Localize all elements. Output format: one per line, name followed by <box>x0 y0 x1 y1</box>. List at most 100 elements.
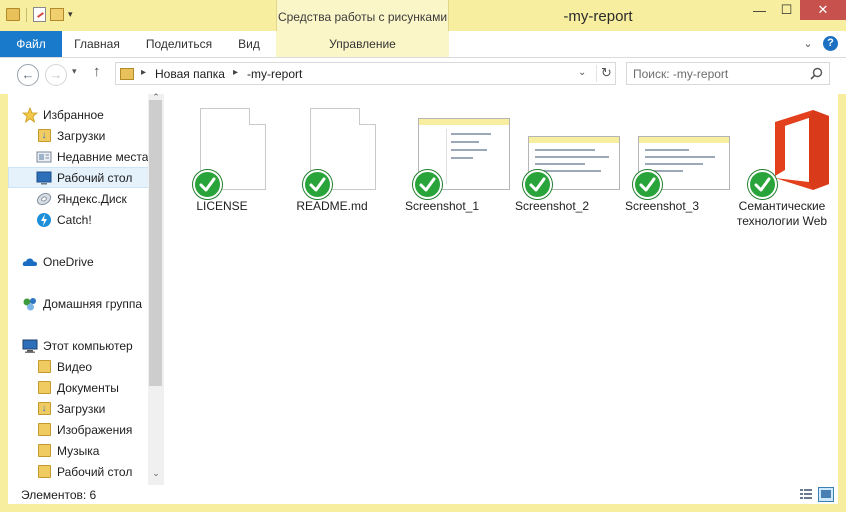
address-dropdown-icon[interactable]: ⌄ <box>578 67 586 78</box>
file-item[interactable]: Семантические технологии Web <box>723 104 831 229</box>
file-name: Семантические технологии Web <box>736 199 828 228</box>
window-frame-bottom <box>0 504 846 512</box>
nav-item-label: Недавние места <box>57 149 148 164</box>
file-item[interactable]: README.md <box>278 104 386 214</box>
minimize-button[interactable]: — <box>746 0 773 20</box>
video-folder-icon <box>37 360 51 373</box>
nav-onedrive-label: OneDrive <box>43 254 94 269</box>
details-view-icon[interactable] <box>798 487 814 502</box>
star-icon <box>22 106 38 123</box>
nav-homegroup[interactable]: Домашняя группа <box>22 293 148 314</box>
nav-item-label: Изображения <box>57 422 133 437</box>
nav-item-catch[interactable]: Catch! <box>36 209 148 230</box>
nav-item-video[interactable]: Видео <box>36 356 148 377</box>
office-icon <box>775 110 829 190</box>
nav-item-recent-places[interactable]: Недавние места <box>36 146 148 167</box>
breadcrumb-separator-icon[interactable]: ▸ <box>141 67 146 78</box>
forward-button[interactable]: → <box>45 64 67 86</box>
item-count: Элементов: 6 <box>21 488 97 502</box>
file-item[interactable]: Screenshot_2 <box>498 104 620 214</box>
maximize-button[interactable]: ☐ <box>773 0 800 20</box>
breadcrumb-separator-icon[interactable]: ▸ <box>233 67 238 78</box>
navigation-pane-scrollbar[interactable]: ⌃ ⌄ <box>148 92 164 485</box>
scrollbar-thumb[interactable] <box>149 100 162 386</box>
nav-item-label: Рабочий стол <box>57 464 133 479</box>
nav-onedrive[interactable]: OneDrive <box>22 251 148 272</box>
nav-item-label: Яндекс.Диск <box>57 191 127 206</box>
window-controls: — ☐ ✕ <box>746 0 846 20</box>
help-icon[interactable]: ? <box>823 36 838 51</box>
tab-home[interactable]: Главная <box>62 31 132 57</box>
file-name: LICENSE <box>196 199 248 213</box>
nav-item-label: Рабочий стол <box>57 170 133 185</box>
nav-item-desktop-pc[interactable]: Рабочий стол <box>36 461 148 482</box>
window-title: -my-report <box>563 8 633 25</box>
ribbon-tabs: Файл Главная Поделиться Вид Управление ⌄… <box>0 31 846 58</box>
scroll-down-arrow-icon[interactable]: ⌄ <box>148 468 164 479</box>
file-name: Screenshot_3 <box>624 199 700 213</box>
homegroup-icon <box>22 296 38 312</box>
refresh-icon[interactable]: ↻ <box>596 65 616 82</box>
large-icons-view-icon[interactable] <box>818 487 834 502</box>
window-frame-left <box>0 94 8 512</box>
file-name: README.md <box>296 199 368 213</box>
nav-item-label: Документы <box>57 380 119 395</box>
nav-item-pictures[interactable]: Изображения <box>36 419 148 440</box>
folder-icon <box>120 68 134 80</box>
sync-check-icon <box>748 170 777 199</box>
title-bar: ▾ Средства работы с рисунками -my-report… <box>0 0 846 58</box>
file-item[interactable]: Screenshot_3 <box>608 104 730 214</box>
sync-check-icon <box>633 170 662 199</box>
breadcrumb-new-folder[interactable]: Новая папка <box>155 67 225 81</box>
file-list[interactable]: LICENSE README.md Screenshot_1 Screensho… <box>168 94 838 485</box>
nav-item-downloads[interactable]: Загрузки <box>36 125 148 146</box>
nav-favorites-label: Избранное <box>43 107 104 122</box>
tab-file[interactable]: Файл <box>0 31 62 57</box>
downloads-folder-icon <box>37 402 51 415</box>
music-folder-icon <box>37 444 51 457</box>
catch-icon <box>36 212 52 228</box>
navigation-pane[interactable]: Избранное Загрузки Недавние места Рабочи… <box>8 94 148 485</box>
status-bar: Элементов: 6 <box>8 485 838 504</box>
navigation-bar: ← → ▾ ↑ ▸ Новая папка ▸ -my-report ⌄ ↻ <box>0 58 846 94</box>
breadcrumb-my-report[interactable]: -my-report <box>247 67 302 81</box>
nav-item-desktop[interactable]: Рабочий стол <box>8 167 148 188</box>
sync-check-icon <box>413 170 442 199</box>
nav-this-pc[interactable]: Этот компьютер <box>22 335 148 356</box>
nav-homegroup-label: Домашняя группа <box>43 296 143 311</box>
search-box[interactable] <box>626 62 830 85</box>
up-arrow-icon[interactable]: ↑ <box>93 63 101 80</box>
recent-locations-dropdown-icon[interactable]: ▾ <box>72 66 77 77</box>
nav-item-documents[interactable]: Документы <box>36 377 148 398</box>
back-button[interactable]: ← <box>17 64 39 86</box>
nav-item-music[interactable]: Музыка <box>36 440 148 461</box>
search-input[interactable] <box>633 66 803 81</box>
nav-item-label: Catch! <box>57 212 92 227</box>
tab-manage[interactable]: Управление <box>276 31 449 57</box>
nav-favorites[interactable]: Избранное <box>22 104 148 125</box>
nav-item-label: Музыка <box>57 443 100 458</box>
yandex-disk-icon <box>36 191 52 207</box>
sync-check-icon <box>523 170 552 199</box>
address-bar[interactable]: ▸ Новая папка ▸ -my-report ⌄ ↻ <box>115 62 616 85</box>
pictures-folder-icon <box>37 423 51 436</box>
search-icon[interactable] <box>810 67 823 80</box>
nav-item-yandex-disk[interactable]: Яндекс.Диск <box>36 188 148 209</box>
file-name: Screenshot_2 <box>514 199 590 213</box>
computer-icon <box>22 338 38 354</box>
tab-view[interactable]: Вид <box>226 31 272 57</box>
documents-folder-icon <box>37 381 51 394</box>
nav-item-label: Видео <box>57 359 93 374</box>
nav-item-downloads-pc[interactable]: Загрузки <box>36 398 148 419</box>
onedrive-cloud-icon <box>22 254 38 270</box>
file-item[interactable]: Screenshot_1 <box>388 104 510 214</box>
file-name: Screenshot_1 <box>404 199 480 213</box>
tab-share[interactable]: Поделиться <box>134 31 224 57</box>
sync-check-icon <box>303 170 332 199</box>
close-button[interactable]: ✕ <box>800 0 846 20</box>
sync-check-icon <box>193 170 222 199</box>
file-item[interactable]: LICENSE <box>168 104 276 214</box>
nav-item-label: Загрузки <box>57 401 106 416</box>
expand-ribbon-chevron-icon[interactable]: ⌄ <box>801 37 815 51</box>
nav-this-pc-label: Этот компьютер <box>43 338 133 353</box>
